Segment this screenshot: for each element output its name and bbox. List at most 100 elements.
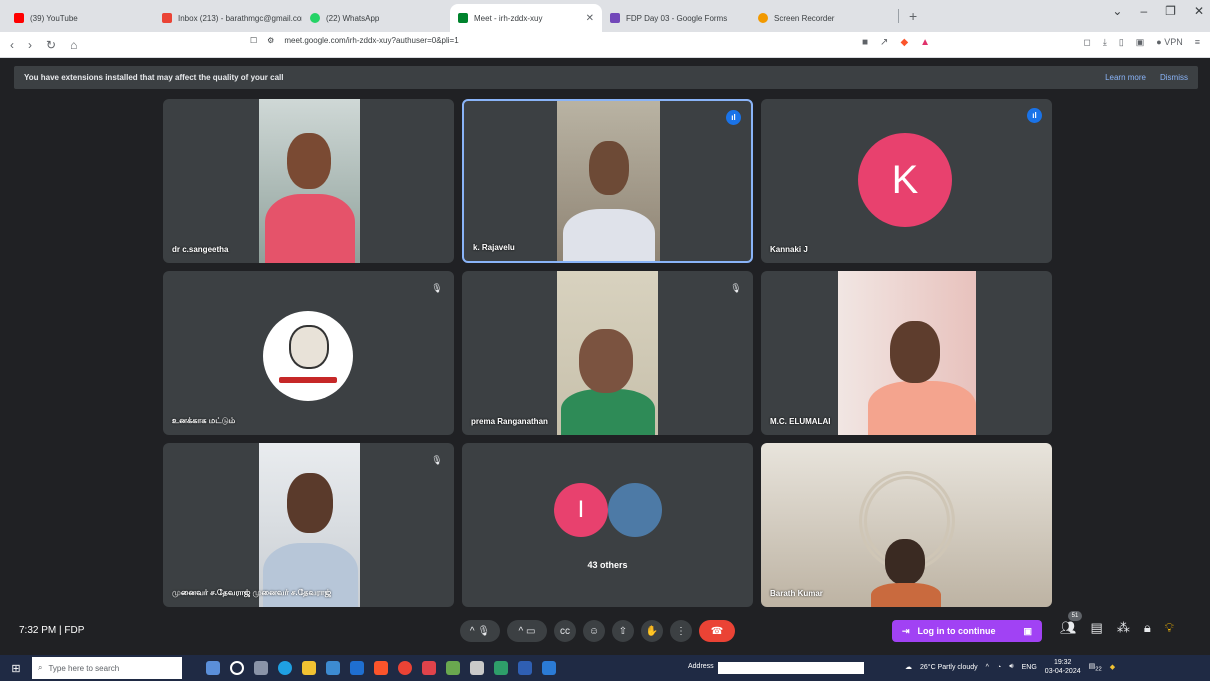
captions-button[interactable]: cc	[554, 620, 576, 642]
reload-icon[interactable]: ↻	[46, 38, 56, 52]
tab-whatsapp[interactable]: (22) WhatsApp	[302, 4, 450, 32]
taskbar-clock[interactable]: 19:32 03-04-2024	[1045, 658, 1081, 676]
bookmark-icon[interactable]: ☐	[250, 36, 257, 45]
app-icon[interactable]	[422, 661, 436, 675]
extensions-icon[interactable]: ◻	[1083, 37, 1090, 48]
close-icon[interactable]: ✕	[1194, 4, 1204, 18]
restore-icon[interactable]: ❐	[1165, 4, 1176, 18]
rewards-icon[interactable]: ▲	[920, 37, 930, 48]
app-icon[interactable]	[446, 661, 460, 675]
mic-off-icon: 🎙︎	[431, 455, 443, 465]
notifications-icon[interactable]: ▤22	[1089, 662, 1102, 672]
mail-icon[interactable]	[350, 661, 364, 675]
sidebar-icon[interactable]: ▯	[1119, 37, 1124, 48]
task-view-icon[interactable]	[254, 661, 268, 675]
host-controls-icon[interactable]: 🔒︎	[1144, 620, 1151, 636]
participant-tile[interactable]: M.C. ELUMALAI	[761, 271, 1052, 435]
language-indicator[interactable]: ENG	[1022, 664, 1037, 671]
chevron-up-icon[interactable]: ^	[470, 626, 475, 637]
participant-tile[interactable]: dr c.sangeetha	[163, 99, 454, 263]
others-tile[interactable]: I 43 others	[462, 443, 753, 607]
download-icon[interactable]: ⤓	[1103, 37, 1107, 48]
home-icon[interactable]: ⌂	[70, 38, 77, 52]
url-field[interactable]: ☐ ⚙ meet.google.com/irh-zddx-xuy?authuse…	[250, 36, 459, 45]
video-camera-icon: ▭	[526, 625, 536, 637]
avatar-portrait	[289, 325, 329, 369]
participant-tile[interactable]: 🎙︎ உனக்காக மட்டும்	[163, 271, 454, 435]
site-info-icon[interactable]: ⚙	[267, 36, 274, 45]
meeting-separator: |	[59, 625, 62, 636]
participant-name: முனைவர் ச.தேவராஜ் முனைவர் ச.தேவராஜ்	[172, 588, 332, 597]
address-toolbar-input[interactable]	[718, 662, 864, 674]
avatar-caption-bar	[279, 377, 337, 383]
participant-video	[259, 99, 360, 263]
tab-recorder[interactable]: Screen Recorder	[750, 4, 898, 32]
taskbar-search[interactable]: ⌕ Type here to search	[32, 657, 182, 679]
volume-icon[interactable]: 🔊︎	[1009, 663, 1013, 671]
wallet-icon[interactable]: ▣	[1136, 37, 1145, 48]
phone-hangup-icon: ☎	[710, 625, 724, 637]
tray-chevron-icon[interactable]: ^	[986, 664, 989, 671]
windows-start-icon[interactable]: ⊞	[0, 662, 32, 675]
menu-icon[interactable]: ≡	[1195, 37, 1200, 48]
new-tab-button[interactable]: +	[899, 8, 927, 24]
app-icon[interactable]	[230, 661, 244, 675]
lightbulb-icon[interactable]: 💡︎	[1165, 620, 1174, 636]
activities-icon[interactable]: ⁂	[1117, 620, 1130, 636]
app-icon[interactable]	[494, 661, 508, 675]
network-icon[interactable]: ◔	[997, 664, 1001, 671]
toolbar-extensions: ◻ ⤓ ▯ ▣ ● VPN ≡	[1083, 37, 1200, 48]
participant-tile[interactable]: K ıl Kannaki J	[761, 99, 1052, 263]
app-icon[interactable]	[206, 661, 220, 675]
meet-icon	[458, 13, 468, 23]
minimize-icon[interactable]: –	[1140, 4, 1147, 18]
tab-gmail[interactable]: Inbox (213) - barathmgc@gmail.com	[154, 4, 302, 32]
search-placeholder: Type here to search	[48, 663, 120, 673]
more-options-button[interactable]: ⋮	[670, 620, 692, 642]
file-explorer-icon[interactable]	[302, 661, 316, 675]
tab-meet[interactable]: Meet - irh-zddx-xuy ✕	[450, 4, 602, 32]
window-controls: ⌄ – ❐ ✕	[1112, 4, 1204, 18]
camera-button[interactable]: ^ ▭	[507, 620, 547, 642]
tab-forms[interactable]: FDP Day 03 - Google Forms	[602, 4, 750, 32]
people-icon[interactable]: 👥︎	[1060, 620, 1077, 636]
forms-icon	[610, 13, 620, 23]
brave-shield-icon[interactable]: ◆	[900, 37, 908, 48]
share-icon[interactable]: ↗	[880, 37, 888, 48]
brave-icon[interactable]	[374, 661, 388, 675]
app-tray-icon[interactable]: ◆	[1110, 663, 1115, 671]
chevron-up-icon[interactable]: ^	[519, 626, 524, 637]
tab-youtube[interactable]: (39) YouTube	[6, 4, 154, 32]
reactions-button[interactable]: ☺	[583, 620, 605, 642]
participant-tile[interactable]: 🎙︎ முனைவர் ச.தேவராஜ் முனைவர் ச.தேவராஜ்	[163, 443, 454, 607]
mic-off-icon: 🎙︎	[431, 283, 443, 293]
app-icon[interactable]	[518, 661, 532, 675]
app-icon[interactable]	[470, 661, 484, 675]
raise-hand-button[interactable]: ✋	[641, 620, 663, 642]
app-icon[interactable]	[542, 661, 556, 675]
edge-icon[interactable]	[278, 661, 292, 675]
vpn-icon[interactable]: ● VPN	[1156, 37, 1182, 48]
chevron-down-icon[interactable]: ⌄	[1112, 4, 1122, 18]
forward-icon[interactable]: ›	[28, 38, 32, 52]
present-button[interactable]: ⇧	[612, 620, 634, 642]
recorder-icon	[758, 13, 768, 23]
chat-icon[interactable]: ▤	[1091, 620, 1103, 636]
participant-name: k. Rajavelu	[473, 243, 515, 252]
weather-text[interactable]: 26°C Partly cloudy	[920, 664, 978, 671]
extension-login-button[interactable]: ⇥ Log in to continue ▣	[892, 620, 1042, 642]
chrome-icon[interactable]	[398, 661, 412, 675]
microphone-button[interactable]: ^ 🎙︎	[460, 620, 500, 642]
leave-call-button[interactable]: ☎	[699, 620, 735, 642]
dismiss-button[interactable]: Dismiss	[1160, 73, 1188, 82]
participant-tile[interactable]: 🎙︎ prema Ranganathan	[462, 271, 753, 435]
back-icon[interactable]: ‹	[10, 38, 14, 52]
extension-box-icon: ▣	[1023, 625, 1032, 636]
hand-icon: ✋	[645, 625, 659, 637]
learn-more-link[interactable]: Learn more	[1105, 73, 1146, 82]
participant-tile[interactable]: Barath Kumar	[761, 443, 1052, 607]
participant-tile-speaking[interactable]: ıl k. Rajavelu	[462, 99, 753, 263]
store-icon[interactable]	[326, 661, 340, 675]
camera-icon[interactable]: ■	[862, 37, 868, 48]
close-tab-icon[interactable]: ✕	[586, 13, 594, 24]
